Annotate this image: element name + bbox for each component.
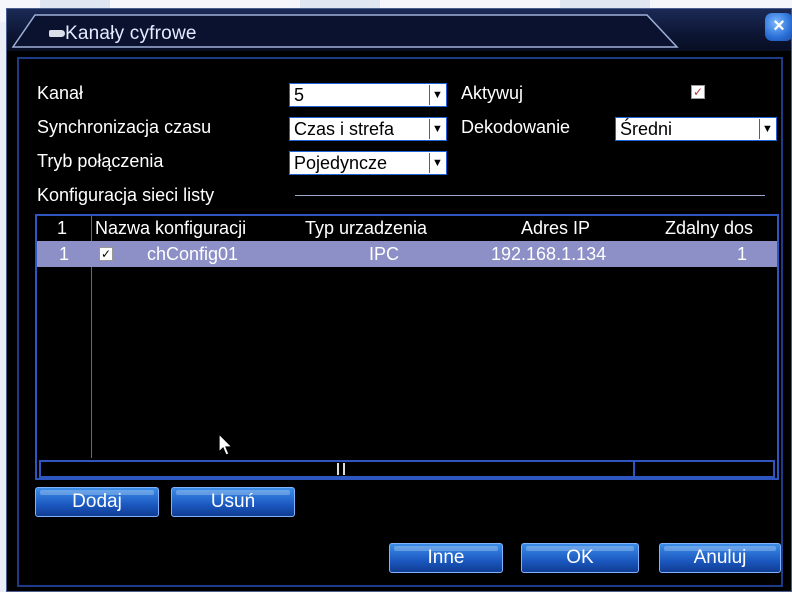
- channel-value: 5: [294, 85, 305, 105]
- title-bar: Kanały cyfrowe ×: [7, 9, 792, 51]
- connection-mode-value: Pojedyncze: [294, 153, 388, 173]
- other-button[interactable]: Inne: [389, 543, 503, 573]
- column-header-device-type[interactable]: Typ urzadzenia: [305, 218, 427, 239]
- horizontal-scrollbar[interactable]: [39, 460, 775, 478]
- row-checkbox[interactable]: ✓: [99, 247, 113, 261]
- digital-channels-dialog: Kanały cyfrowe × Kanał 5 ▼ Aktywuj ✓ Syn…: [6, 8, 792, 592]
- ok-button[interactable]: OK: [521, 543, 639, 573]
- section-divider: [295, 195, 765, 196]
- column-header-remote[interactable]: Zdalny dos: [665, 218, 753, 239]
- row-remote: 1: [737, 244, 748, 264]
- activate-label: Aktywuj: [461, 83, 524, 103]
- channel-select[interactable]: 5 ▼: [289, 83, 447, 107]
- column-header-index[interactable]: 1: [57, 218, 67, 239]
- chevron-down-icon[interactable]: ▼: [429, 85, 445, 105]
- decoding-value: Średni: [620, 119, 673, 139]
- cancel-button[interactable]: Anuluj: [659, 543, 781, 573]
- remove-button[interactable]: Usuń: [171, 487, 295, 517]
- network-config-list[interactable]: 1 Nazwa konfiguracji Typ urzadzenia Adre…: [35, 214, 779, 480]
- channel-label: Kanał: [37, 83, 84, 103]
- decoding-select[interactable]: Średni ▼: [615, 117, 777, 141]
- time-sync-value: Czas i strefa: [294, 119, 395, 139]
- add-button[interactable]: Dodaj: [35, 487, 159, 517]
- column-header-config-name[interactable]: Nazwa konfiguracji: [95, 218, 246, 239]
- column-header-ip-address[interactable]: Adres IP: [521, 218, 590, 239]
- scrollbar-grip-icon[interactable]: [337, 463, 345, 475]
- channel-icon: [49, 30, 65, 37]
- chevron-down-icon[interactable]: ▼: [429, 153, 445, 173]
- time-sync-select[interactable]: Czas i strefa ▼: [289, 117, 447, 141]
- close-button[interactable]: ×: [765, 13, 792, 41]
- row-config-name: chConfig01: [147, 244, 239, 264]
- connection-mode-label: Tryb połączenia: [37, 151, 164, 171]
- decoding-label: Dekodowanie: [461, 117, 571, 137]
- chevron-down-icon[interactable]: ▼: [429, 119, 445, 139]
- row-index: 1: [59, 244, 70, 264]
- mouse-cursor-icon: [218, 433, 234, 456]
- activate-checkbox[interactable]: ✓: [691, 85, 705, 99]
- network-config-section-title: Konfiguracja sieci listy: [37, 185, 215, 205]
- title-tab: Kanały cyfrowe: [11, 13, 679, 49]
- row-ip-address: 192.168.1.134: [491, 244, 607, 264]
- row-device-type: IPC: [369, 244, 400, 264]
- table-row[interactable]: 1 ✓ chConfig01 IPC 192.168.1.134 1: [37, 241, 777, 267]
- scrollbar-thumb[interactable]: [41, 462, 635, 476]
- window-title: Kanały cyfrowe: [65, 23, 197, 44]
- chevron-down-icon[interactable]: ▼: [759, 119, 775, 139]
- time-sync-label: Synchronizacja czasu: [37, 117, 212, 137]
- connection-mode-select[interactable]: Pojedyncze ▼: [289, 151, 447, 175]
